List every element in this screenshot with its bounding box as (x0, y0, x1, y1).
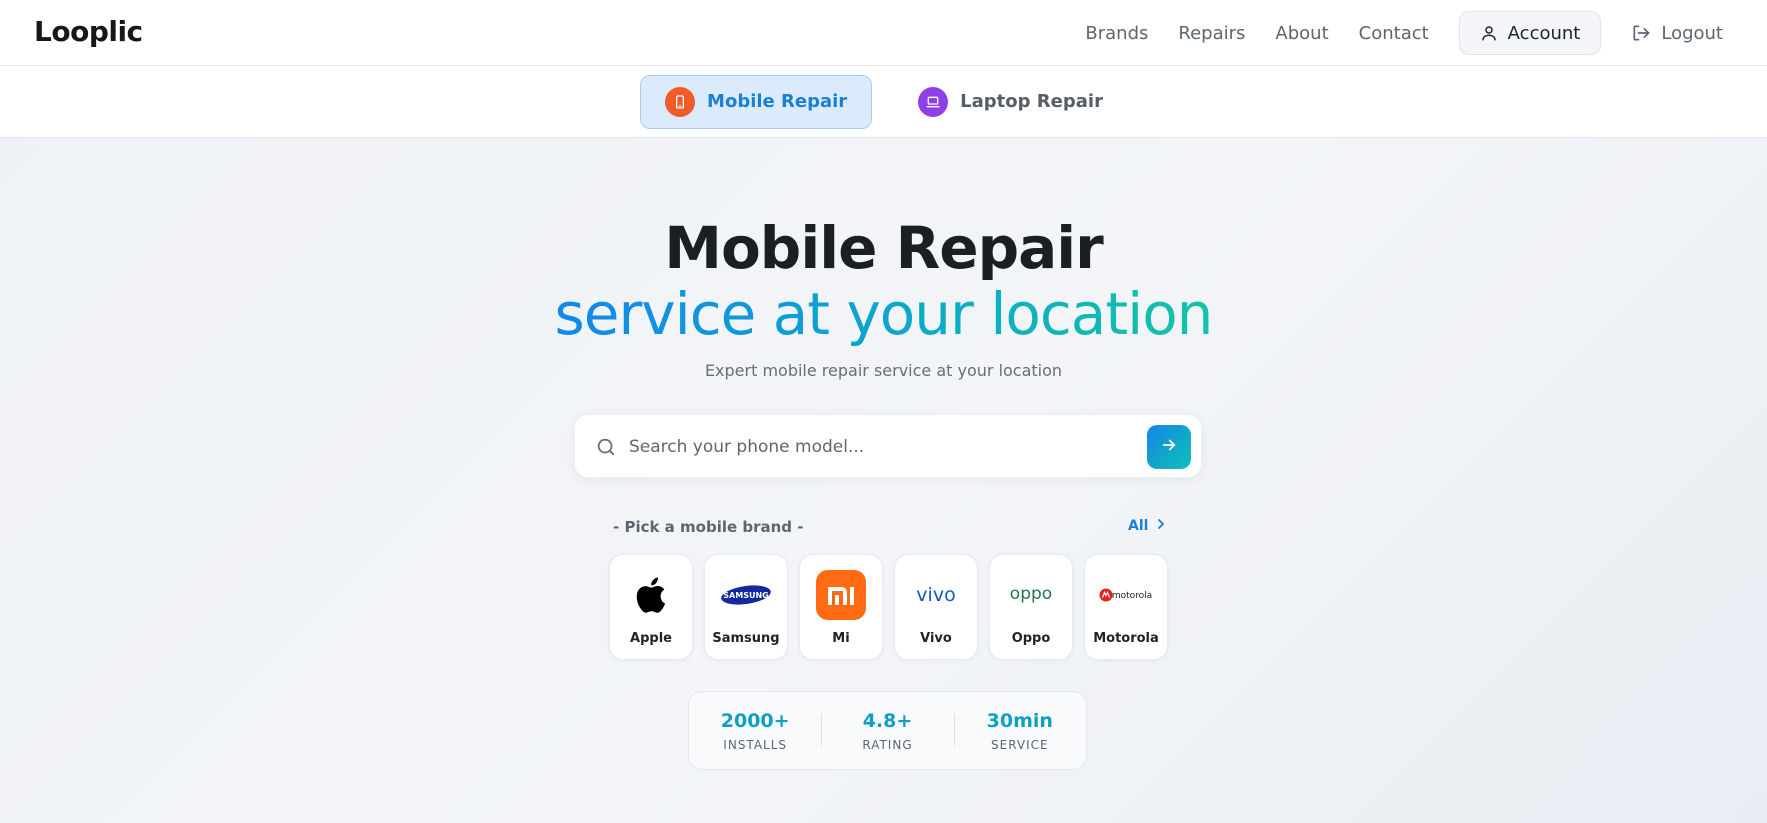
logo-text: Looplic (34, 14, 143, 48)
search-input[interactable] (629, 427, 1119, 467)
brand-name: Motorola (1093, 631, 1159, 646)
oppo-logo: oppo (1001, 569, 1061, 621)
hero-subtitle-text: service at your location (554, 280, 1214, 348)
samsung-logo-text: SAMSUNG (723, 591, 768, 600)
vivo-logo-text: vivo (916, 584, 955, 606)
logout-icon (1631, 23, 1651, 43)
brand-card-samsung[interactable]: SAMSUNG Samsung (704, 554, 788, 660)
logout-button[interactable]: Logout (1631, 23, 1723, 44)
brand-card-mi[interactable]: Mi (799, 554, 883, 660)
tab-label: Mobile Repair (707, 91, 848, 112)
stats-panel: 2000+ INSTALLS 4.8+ RATING 30min SERVICE (688, 691, 1087, 770)
brand-card-oppo[interactable]: oppo Oppo (989, 554, 1073, 660)
stat-value: 4.8+ (862, 709, 913, 732)
brand-card-apple[interactable]: Apple (609, 554, 693, 660)
stat-value: 30min (986, 709, 1053, 732)
search-icon (595, 436, 617, 463)
arrow-right-icon (1160, 436, 1178, 459)
view-all-brands-link[interactable]: All (1128, 518, 1166, 534)
stat-rating: 4.8+ RATING (821, 710, 953, 752)
tab-laptop-repair[interactable]: Laptop Repair (894, 75, 1127, 129)
stat-value: 2000+ (720, 709, 790, 732)
stat-installs: 2000+ INSTALLS (689, 710, 821, 752)
nav-link-repairs[interactable]: Repairs (1178, 23, 1245, 44)
stat-label: SERVICE (991, 737, 1049, 752)
search-submit-button[interactable] (1147, 425, 1191, 469)
brand-name: Vivo (920, 631, 952, 646)
tab-label: Laptop Repair (960, 91, 1103, 112)
laptop-icon (918, 86, 949, 117)
stat-service: 30min SERVICE (953, 709, 1086, 752)
mi-logo (811, 569, 871, 621)
all-label: All (1128, 518, 1149, 534)
logout-label: Logout (1661, 22, 1723, 44)
user-icon (1480, 24, 1498, 42)
account-button[interactable]: Account (1458, 11, 1602, 55)
nav-link-brands[interactable]: Brands (1085, 23, 1148, 44)
hero-title: Mobile Repair (664, 214, 1104, 282)
brand-name: Oppo (1011, 631, 1051, 646)
brand-card-motorola[interactable]: motorola Motorola (1084, 554, 1168, 660)
brand-list: Apple SAMSUNG Samsung Mi vivo Vivo oppo … (609, 554, 1168, 660)
search-bar (574, 414, 1202, 478)
brand-name: Samsung (712, 631, 780, 646)
tab-mobile-repair[interactable]: Mobile Repair (640, 74, 873, 129)
motorola-logo: motorola (1096, 569, 1156, 621)
motorola-logo-text: motorola (1112, 591, 1152, 601)
category-tabs: Mobile Repair Laptop Repair (0, 66, 1767, 138)
brand-name: Apple (630, 631, 672, 646)
stat-label: RATING (862, 737, 913, 752)
nav-link-contact[interactable]: Contact (1359, 23, 1429, 44)
stat-label: INSTALLS (723, 737, 788, 752)
account-label: Account (1507, 22, 1581, 44)
samsung-logo: SAMSUNG (716, 569, 776, 621)
brand-card-vivo[interactable]: vivo Vivo (894, 554, 978, 660)
top-navbar: Looplic Brands Repairs About Contact Acc… (0, 0, 1767, 66)
hero-subtitle: service at your location (0, 280, 1767, 348)
hero-tagline: Expert mobile repair service at your loc… (704, 361, 1063, 380)
oppo-logo-text: oppo (1010, 584, 1052, 604)
nav-link-about[interactable]: About (1275, 23, 1328, 44)
vivo-logo: vivo (906, 569, 966, 621)
apple-logo (621, 569, 681, 621)
brand-section-heading: - Pick a mobile brand - (613, 518, 804, 536)
brand-name: Mi (832, 631, 850, 646)
phone-icon (665, 86, 696, 117)
brand-logo[interactable]: Looplic (34, 14, 143, 48)
main-nav: Brands Repairs About Contact Account Log… (1085, 0, 1767, 66)
chevron-right-icon (1156, 518, 1166, 534)
